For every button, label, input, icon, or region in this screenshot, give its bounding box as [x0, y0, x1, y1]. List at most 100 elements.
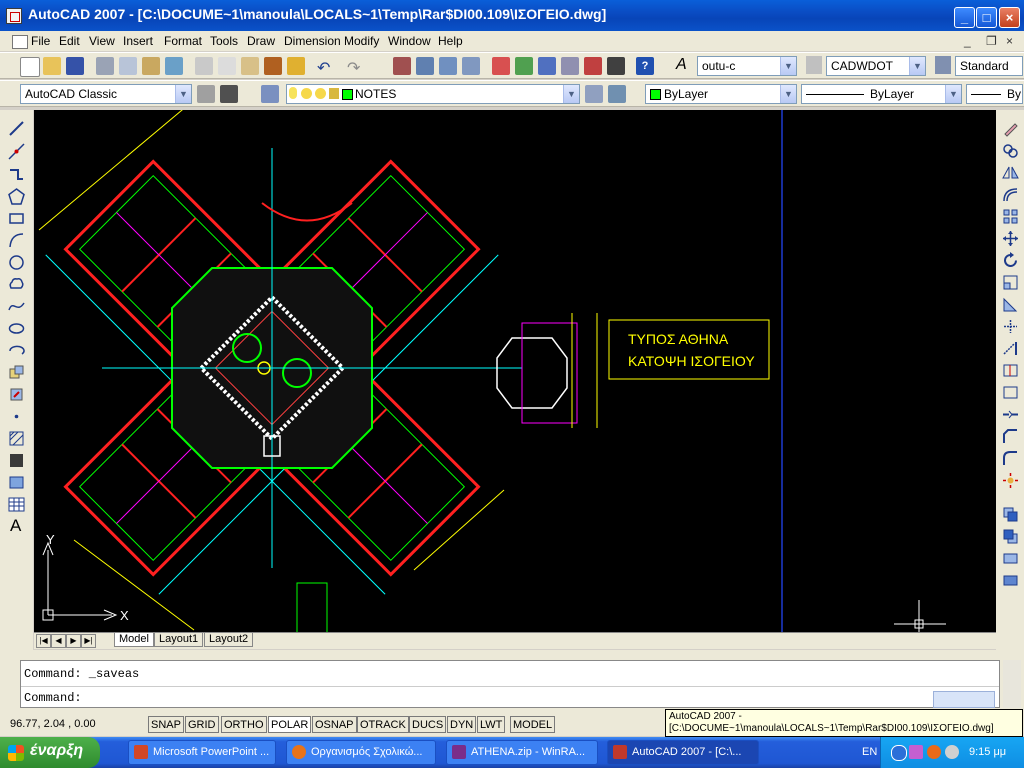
block-editor-icon[interactable]	[287, 57, 305, 75]
first-tab-arrow-icon[interactable]: |◀	[36, 634, 51, 648]
gradient-icon[interactable]	[8, 452, 25, 469]
plot-preview-icon[interactable]	[119, 57, 137, 75]
tray-volume-icon[interactable]	[945, 745, 959, 759]
text-style-select[interactable]: outu-c ▼	[697, 56, 797, 76]
extend-icon[interactable]	[1002, 340, 1019, 357]
region-icon[interactable]	[8, 474, 25, 491]
publish-icon[interactable]	[142, 57, 160, 75]
workspace-settings-icon[interactable]	[197, 85, 215, 103]
menu-tools[interactable]: Tools	[210, 34, 238, 48]
grid-toggle[interactable]: GRID	[185, 716, 219, 733]
redo-icon[interactable]: ↷	[347, 58, 360, 78]
menu-help[interactable]: Help	[438, 34, 463, 48]
new-icon[interactable]	[20, 57, 40, 77]
move-icon[interactable]	[1002, 230, 1019, 247]
workspace-select[interactable]: AutoCAD Classic ▼	[20, 84, 192, 104]
close-button[interactable]: ×	[999, 7, 1020, 28]
scale-icon[interactable]	[1002, 274, 1019, 291]
coordinates-display[interactable]: 96.77, 2.04 , 0.00	[10, 718, 96, 730]
revision-cloud-icon[interactable]	[8, 276, 25, 293]
tray-app-icon[interactable]	[909, 745, 923, 759]
lwt-toggle[interactable]: LWT	[477, 716, 506, 733]
task-powerpoint[interactable]: Microsoft PowerPoint ...	[128, 740, 276, 765]
menu-edit[interactable]: Edit	[59, 34, 80, 48]
menu-format[interactable]: Format	[164, 34, 202, 48]
polar-toggle[interactable]: POLAR	[268, 716, 312, 733]
dim-style-select[interactable]: CADWDOT ▼	[826, 56, 926, 76]
insert-block-icon[interactable]	[8, 364, 25, 381]
offset-icon[interactable]	[1002, 186, 1019, 203]
lineweight-select[interactable]: By	[966, 84, 1023, 104]
hatch-icon[interactable]	[8, 430, 25, 447]
zoom-window-icon[interactable]	[439, 57, 457, 75]
table-style-select[interactable]: Standard	[955, 56, 1023, 76]
rectangle-icon[interactable]	[8, 210, 25, 227]
rotate-icon[interactable]	[1002, 252, 1019, 269]
make-object-layer-current-icon[interactable]	[585, 85, 603, 103]
help-icon[interactable]: ?	[636, 57, 654, 75]
calculator-icon[interactable]	[607, 57, 625, 75]
spline-icon[interactable]	[8, 298, 25, 315]
dyn-toggle[interactable]: DYN	[447, 716, 477, 733]
break-icon[interactable]	[1002, 384, 1019, 401]
open-icon[interactable]	[43, 57, 61, 75]
make-block-icon[interactable]	[8, 386, 25, 403]
menu-view[interactable]: View	[89, 34, 115, 48]
otrack-toggle[interactable]: OTRACK	[357, 716, 409, 733]
tab-layout1[interactable]: Layout1	[154, 633, 204, 647]
polygon-icon[interactable]	[8, 188, 25, 205]
bring-to-front-icon[interactable]	[1002, 506, 1019, 523]
ellipse-icon[interactable]	[8, 320, 25, 337]
task-winrar[interactable]: ATHENA.zip - WinRA...	[446, 740, 598, 765]
chamfer-icon[interactable]	[1002, 428, 1019, 445]
command-scrollbar[interactable]	[933, 691, 995, 708]
command-vscrollbar[interactable]	[1003, 660, 1021, 708]
break-at-point-icon[interactable]	[1002, 362, 1019, 379]
point-icon[interactable]	[8, 408, 25, 425]
document-icon[interactable]	[12, 35, 28, 49]
multiline-text-icon[interactable]: A	[10, 516, 21, 536]
prev-tab-arrow-icon[interactable]: ◀	[51, 634, 66, 648]
linetype-select[interactable]: ByLayer ▼	[801, 84, 962, 104]
menu-dimension[interactable]: Dimension	[284, 34, 341, 48]
ellipse-arc-icon[interactable]	[8, 342, 25, 359]
next-tab-arrow-icon[interactable]: ▶	[66, 634, 81, 648]
table-icon[interactable]	[8, 496, 25, 513]
paste-icon[interactable]	[241, 57, 259, 75]
command-window[interactable]: Command: _saveas Command:	[20, 660, 1000, 708]
doc-close-icon[interactable]: ×	[1006, 34, 1013, 48]
erase-icon[interactable]	[1002, 120, 1019, 137]
bring-above-icon[interactable]	[1002, 550, 1019, 567]
menu-window[interactable]: Window	[388, 34, 431, 48]
stretch-icon[interactable]	[1002, 296, 1019, 313]
design-center-icon[interactable]	[515, 57, 533, 75]
trim-icon[interactable]	[1002, 318, 1019, 335]
layer-previous-icon[interactable]	[608, 85, 626, 103]
doc-restore-icon[interactable]: ❐	[986, 34, 997, 48]
line-icon[interactable]	[8, 120, 25, 137]
menu-insert[interactable]: Insert	[123, 34, 153, 48]
polyline-icon[interactable]	[8, 166, 25, 183]
save-icon[interactable]	[66, 57, 84, 75]
circle-icon[interactable]	[8, 254, 25, 271]
copy-object-icon[interactable]	[1002, 142, 1019, 159]
fillet-icon[interactable]	[1002, 450, 1019, 467]
sheet-set-icon[interactable]	[561, 57, 579, 75]
task-autocad[interactable]: AutoCAD 2007 - [C:\...	[607, 740, 759, 765]
help-tray-icon[interactable]	[891, 745, 907, 761]
mirror-icon[interactable]	[1002, 164, 1019, 181]
layer-select[interactable]: NOTES ▼	[286, 84, 580, 104]
properties-icon[interactable]	[492, 57, 510, 75]
menu-draw[interactable]: Draw	[247, 34, 275, 48]
arc-icon[interactable]	[8, 232, 25, 249]
copy-icon[interactable]	[218, 57, 236, 75]
language-indicator[interactable]: EN	[862, 746, 877, 758]
autocad-app-icon[interactable]	[6, 8, 22, 24]
cut-icon[interactable]	[195, 57, 213, 75]
model-toggle[interactable]: MODEL	[510, 716, 556, 733]
tab-layout2[interactable]: Layout2	[204, 633, 254, 647]
doc-minimize-icon[interactable]: _	[964, 34, 971, 48]
ducs-toggle[interactable]: DUCS	[409, 716, 447, 733]
explode-icon[interactable]	[1002, 472, 1019, 489]
construction-line-icon[interactable]	[8, 143, 25, 160]
